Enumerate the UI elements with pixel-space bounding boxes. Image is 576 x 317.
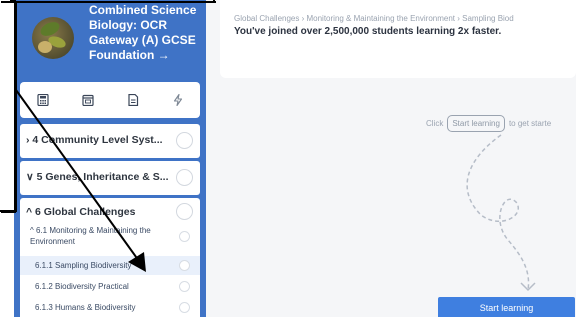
annotation-arrow — [1, 1, 216, 272]
